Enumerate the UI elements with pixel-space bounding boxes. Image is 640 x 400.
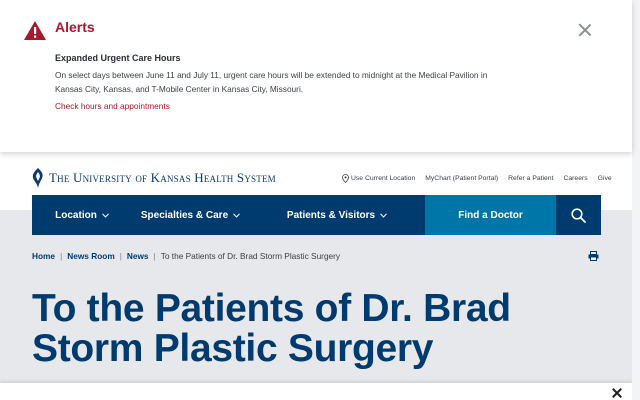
breadcrumb-home[interactable]: Home [32, 251, 55, 261]
check-hours-link[interactable]: Check hours and appointments [55, 101, 170, 111]
find-a-doctor-button[interactable]: Find a Doctor [425, 195, 556, 235]
breadcrumb-current: To the Patients of Dr. Brad Storm Plasti… [160, 251, 341, 261]
alert-body: On select days between June 11 and July … [55, 70, 488, 94]
use-current-location-link[interactable]: Use Current Location [342, 174, 415, 183]
chevron-down-icon [380, 212, 387, 218]
logo[interactable]: The University of Kansas Health System [32, 168, 276, 188]
search-button[interactable] [556, 195, 601, 235]
mychart-link[interactable]: MyChart (Patient Portal) [425, 174, 498, 183]
breadcrumb-separator: | [60, 251, 63, 261]
scrollbar[interactable] [632, 0, 640, 400]
bottom-banner [0, 383, 632, 400]
breadcrumb-separator: | [119, 251, 122, 261]
print-icon[interactable] [588, 251, 599, 261]
main-nav: Location Specialties & Care Patients & V… [32, 195, 601, 235]
warning-triangle-icon [24, 21, 46, 40]
utility-nav: Use Current Location MyChart (Patient Po… [342, 174, 612, 183]
close-icon[interactable] [578, 23, 592, 37]
page-title: To the Patients of Dr. Brad Storm Plasti… [32, 287, 511, 370]
breadcrumb-news-room[interactable]: News Room [67, 251, 114, 261]
alert-heading: Expanded Urgent Care Hours [55, 53, 181, 63]
close-icon[interactable] [612, 388, 622, 398]
chevron-down-icon [101, 212, 109, 218]
breadcrumb-news[interactable]: News [127, 251, 149, 261]
alert-panel: Alerts Expanded Urgent Care Hours On sel… [0, 0, 632, 152]
search-icon [571, 207, 586, 223]
logo-text: The University of Kansas Health System [49, 170, 276, 185]
jayhawk-logo-icon [32, 168, 43, 188]
breadcrumb: Home | News Room | News | To the Patient… [32, 251, 340, 261]
nav-patients-visitors[interactable]: Patients & Visitors [249, 195, 425, 235]
chevron-down-icon [233, 212, 240, 218]
refer-patient-link[interactable]: Refer a Patient [508, 174, 553, 183]
careers-link[interactable]: Careers [563, 174, 587, 183]
location-pin-icon [342, 174, 349, 183]
nav-location[interactable]: Location [32, 195, 132, 235]
nav-specialties[interactable]: Specialties & Care [132, 195, 249, 235]
give-link[interactable]: Give [598, 174, 612, 183]
alert-title: Alerts [55, 19, 95, 35]
breadcrumb-separator: | [153, 251, 156, 261]
